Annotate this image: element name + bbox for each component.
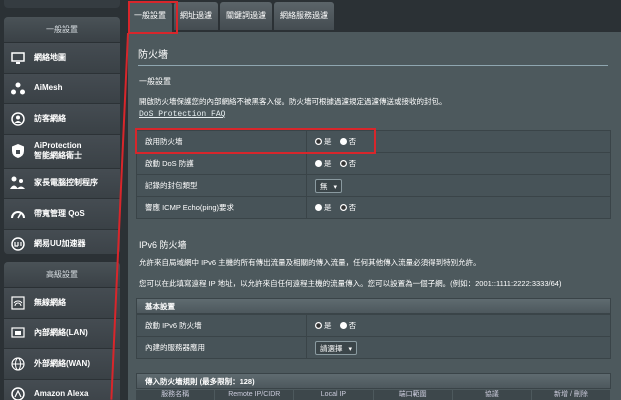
dos-no[interactable]: 否 [339, 159, 356, 168]
sidebar-item-uu-accelerator[interactable]: 網易UU加速器 [4, 229, 120, 254]
sidebar-item-alexa[interactable]: Amazon Alexa [4, 379, 120, 400]
column-add-delete: 新增 / 刪除 [531, 390, 612, 400]
tab-highlight-box [128, 1, 178, 34]
tab-network-service-filter[interactable]: 網絡服務過濾 [274, 2, 334, 30]
main-panel: 防火墻 一般設置 開啟防火墻保護您的內部網絡不被黑客入侵。防火墻可根據過濾規定過… [128, 32, 621, 400]
tab-keyword-filter[interactable]: 關鍵詞過濾 [220, 2, 272, 30]
sidebar-item-network-map[interactable]: 網絡地圖 [4, 43, 120, 74]
sidebar-item-qos[interactable]: 帶寬管理 QoS [4, 199, 120, 230]
icmp-yes[interactable]: 是 [315, 203, 332, 212]
icmp-echo-options: 是 否 [306, 196, 611, 219]
enable-ipv6-firewall-options: 是 否 [306, 314, 611, 337]
column-remote-ip: Remote IP/CIDR [215, 390, 295, 400]
network-map-icon [8, 48, 28, 68]
builtin-server-app-select[interactable]: 請選擇 ▾ [315, 340, 358, 355]
guest-network-icon [8, 109, 28, 129]
icmp-no[interactable]: 否 [339, 203, 356, 212]
lan-icon [8, 323, 28, 343]
chevron-down-icon: ▾ [348, 345, 353, 353]
sidebar-item-wireless[interactable]: 無線網絡 [4, 288, 120, 319]
ipv6-no[interactable]: 否 [339, 321, 356, 330]
basic-settings-header: 基本設置 [136, 298, 611, 314]
aiprotection-label-line1: AiProtection [34, 141, 82, 150]
builtin-server-app-label: 內建的服務器應用 [136, 336, 307, 359]
aimesh-icon [8, 78, 28, 98]
advanced-menu-header: 高級設置 [4, 262, 120, 288]
radio-no-icon [339, 160, 347, 167]
dos-protection-options: 是 否 [306, 152, 611, 175]
logged-packets-cell: 無 ▾ [306, 174, 611, 197]
tab-url-filter[interactable]: 網址過濾 [174, 2, 218, 30]
title-divider [138, 65, 608, 66]
row-enable-ipv6-firewall: 啟動 IPv6 防火墻 是 否 [136, 314, 611, 337]
radio-yes-icon [315, 160, 322, 167]
row-logged-packets: 記錄的封包類型 無 ▾ [136, 174, 611, 197]
row-icmp-echo: 響應 ICMP Echo(ping)要求 是 否 [136, 196, 611, 219]
sidebar-item-aimesh[interactable]: AiMesh [4, 73, 120, 104]
radio-yes-icon [315, 204, 322, 211]
inbound-rules-columns: 服務名稱 Remote IP/CIDR Local IP 端口範圍 協議 新增 … [136, 390, 612, 400]
dos-protection-label: 啟動 DoS 防護 [136, 152, 307, 175]
sidebar-item-lan[interactable]: 內部網絡(LAN) [4, 318, 120, 349]
qos-icon [8, 204, 28, 224]
radio-no-icon [339, 204, 347, 211]
uu-accelerator-icon [8, 234, 28, 254]
sidebar-item-wan[interactable]: 外部網絡(WAN) [4, 349, 120, 380]
firewall-description: 開啟防火墻保護您的內部網絡不被黑客入侵。防火墻可根據過濾規定過濾傳送或接收的封包… [139, 97, 447, 106]
ipv6-firewall-title: IPv6 防火墻 [139, 240, 187, 250]
sidebar-item-aiprotection[interactable]: AiProtection 智能網絡衛士 [4, 134, 120, 169]
general-menu: 一般設置 網絡地圖 AiMesh 訪客網絡 AiProtection 智能網絡衛士 [4, 17, 120, 254]
dos-yes[interactable]: 是 [315, 159, 332, 168]
inbound-rules-header: 傳入防火墻規則 (最多限制：128) [136, 373, 611, 389]
enable-ipv6-firewall-label: 啟動 IPv6 防火墻 [136, 314, 307, 337]
column-service-name: 服務名稱 [136, 390, 216, 400]
dos-faq-link[interactable]: DoS Protection FAQ [139, 110, 225, 119]
row-dos-protection: 啟動 DoS 防護 是 否 [136, 152, 611, 175]
firewall-row-highlight-box [135, 128, 376, 154]
column-local-ip: Local IP [294, 390, 374, 400]
sidebar: 一般設置 網絡地圖 AiMesh 訪客網絡 AiProtection 智能網絡衛士 [0, 0, 124, 400]
sidebar-top-stub [4, 0, 120, 8]
aiprotection-label-line2: 智能網絡衛士 [34, 151, 82, 160]
builtin-server-app-cell: 請選擇 ▾ [306, 336, 611, 359]
ipv6-settings-table: 啟動 IPv6 防火墻 是 否 內建的服務器應用 請選擇 ▾ [136, 314, 611, 359]
row-builtin-server-app: 內建的服務器應用 請選擇 ▾ [136, 336, 611, 359]
logged-packets-label: 記錄的封包類型 [136, 174, 307, 197]
logged-packets-select[interactable]: 無 ▾ [315, 178, 343, 193]
column-protocol: 協議 [452, 390, 532, 400]
sidebar-item-guest-network[interactable]: 訪客網絡 [4, 104, 120, 135]
column-port-range: 端口範圍 [373, 390, 453, 400]
radio-no-icon [339, 322, 347, 329]
radio-yes-icon [315, 322, 322, 329]
general-section-title: 一般設置 [139, 77, 171, 86]
page-title: 防火墻 [138, 50, 168, 61]
ipv6-description-1: 允許來自局域網中 IPv6 主機的所有傳出流量及相關的傳入流量，任何其他傳入流量… [139, 258, 481, 267]
alexa-icon [8, 384, 28, 400]
chevron-down-icon: ▾ [333, 183, 338, 191]
sidebar-item-parental-control[interactable]: 家長電腦控制程序 [4, 168, 120, 199]
parental-control-icon [8, 173, 28, 193]
wan-icon [8, 354, 28, 374]
icmp-echo-label: 響應 ICMP Echo(ping)要求 [136, 196, 307, 219]
ipv6-description-2: 您可以在此填寫遠程 IP 地址，以允許來自任何遠程主機的流量傳入。您可以設置為一… [139, 279, 562, 288]
advanced-menu: 高級設置 無線網絡 內部網絡(LAN) 外部網絡(WAN) Amazon Ale… [4, 262, 120, 400]
aiprotection-icon [8, 141, 28, 161]
ipv6-yes[interactable]: 是 [315, 321, 332, 330]
wireless-icon [8, 293, 28, 313]
general-menu-header: 一般設置 [4, 17, 120, 43]
